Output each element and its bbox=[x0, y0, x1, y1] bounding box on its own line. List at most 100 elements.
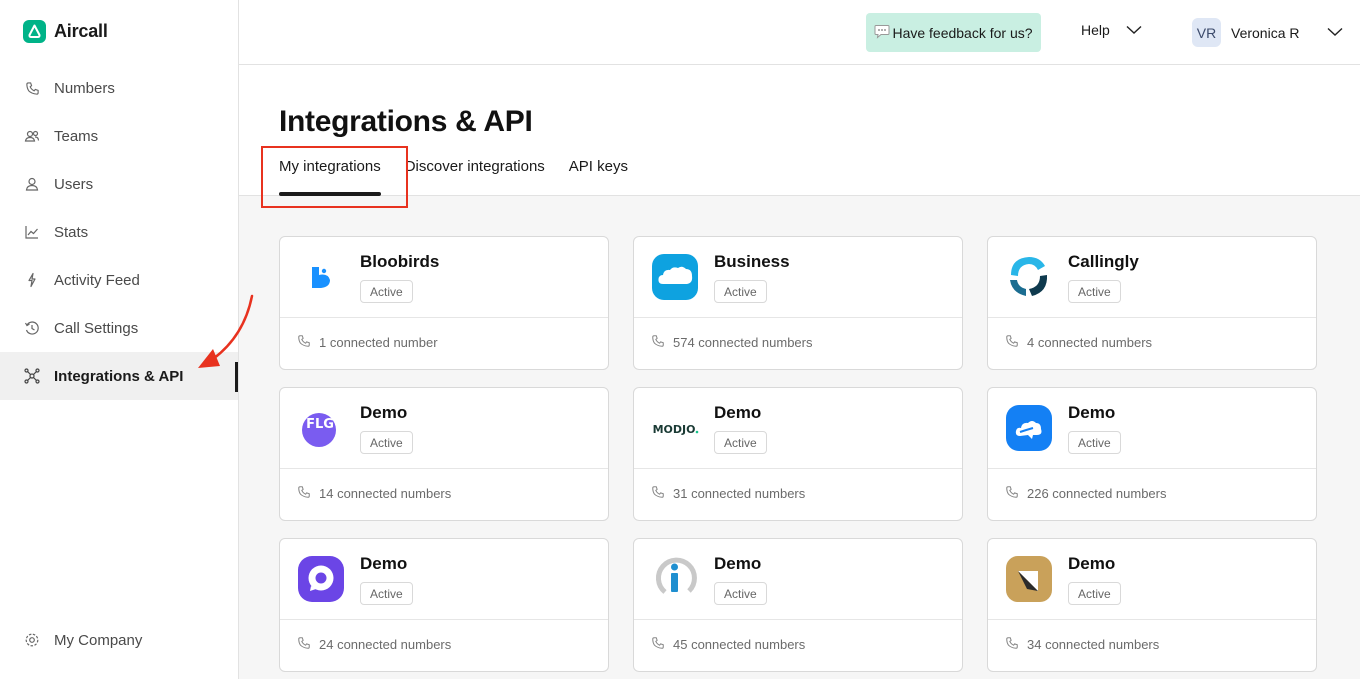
integrations-icon bbox=[24, 368, 40, 384]
connected-numbers: 31 connected numbers bbox=[673, 486, 806, 501]
integration-card[interactable]: Demo Active 24 connected numbers bbox=[279, 538, 609, 672]
status-badge: Active bbox=[1068, 582, 1121, 605]
connected-numbers: 226 connected numbers bbox=[1027, 486, 1167, 501]
call-settings-icon bbox=[24, 320, 40, 336]
integration-card[interactable]: Demo Active 34 connected numbers bbox=[987, 538, 1317, 672]
phone-icon bbox=[1005, 636, 1019, 653]
status-badge: Active bbox=[360, 431, 413, 454]
sidebar-item-label: Integrations & API bbox=[54, 367, 184, 385]
sidebar-item-label: Activity Feed bbox=[54, 271, 140, 289]
sidebar-item-label: Users bbox=[54, 175, 94, 193]
status-badge: Active bbox=[360, 582, 413, 605]
aircall-logo-icon bbox=[23, 20, 46, 43]
chart-icon bbox=[24, 224, 40, 240]
modjo-logo-icon: MODJO bbox=[651, 404, 699, 452]
connected-numbers: 34 connected numbers bbox=[1027, 637, 1160, 652]
integration-name: Demo bbox=[714, 554, 762, 573]
phone-icon bbox=[651, 334, 665, 351]
connected-numbers: 45 connected numbers bbox=[673, 637, 806, 652]
blue-cloud-logo-icon bbox=[1005, 404, 1053, 452]
connected-numbers: 574 connected numbers bbox=[673, 335, 813, 350]
integration-name: Demo bbox=[360, 403, 408, 422]
purple-ring-logo-icon bbox=[297, 555, 345, 603]
sidebar-item-label: Call Settings bbox=[54, 319, 139, 337]
status-badge: Active bbox=[714, 582, 767, 605]
user-icon bbox=[24, 176, 40, 192]
salesforce-cloud-logo-icon bbox=[651, 253, 699, 301]
avatar: VR bbox=[1192, 18, 1221, 47]
status-badge: Active bbox=[1068, 280, 1121, 303]
connected-numbers: 4 connected numbers bbox=[1027, 335, 1153, 350]
integrations-content: Bloobirds Active 1 connected number Busi… bbox=[239, 196, 1360, 679]
brand-name: Aircall bbox=[54, 21, 108, 41]
flg-logo-text: FLG bbox=[306, 417, 334, 432]
help-menu[interactable]: Help bbox=[1081, 22, 1142, 38]
sidebar-item-users[interactable]: Users bbox=[0, 160, 238, 208]
callingly-logo-icon bbox=[1005, 253, 1053, 301]
sidebar-item-call-settings[interactable]: Call Settings bbox=[0, 304, 238, 352]
integrations-grid: Bloobirds Active 1 connected number Busi… bbox=[279, 236, 1317, 672]
gold-square-logo-icon bbox=[1005, 555, 1053, 603]
sidebar-item-label: Numbers bbox=[54, 79, 115, 97]
connected-numbers: 1 connected number bbox=[319, 335, 438, 350]
phone-icon bbox=[297, 485, 311, 502]
sidebar-item-teams[interactable]: Teams bbox=[0, 112, 238, 160]
chevron-down-icon[interactable] bbox=[1327, 24, 1343, 42]
sidebar-nav: Numbers Teams Users Stats Activity Feed bbox=[0, 64, 238, 400]
sidebar-item-integrations-api[interactable]: Integrations & API bbox=[0, 352, 238, 400]
sidebar-item-label: Teams bbox=[54, 127, 99, 145]
sidebar-item-activity-feed[interactable]: Activity Feed bbox=[0, 256, 238, 304]
integration-name: Demo bbox=[1068, 554, 1116, 573]
sidebar-item-numbers[interactable]: Numbers bbox=[0, 64, 238, 112]
company-icon bbox=[24, 632, 40, 648]
page-title: Integrations & API bbox=[279, 105, 533, 138]
feedback-button[interactable]: Have feedback for us? bbox=[866, 13, 1041, 52]
phone-icon bbox=[1005, 485, 1019, 502]
integration-name: Bloobirds bbox=[360, 252, 440, 271]
activity-icon bbox=[24, 272, 40, 288]
integration-name: Callingly bbox=[1068, 252, 1139, 271]
sidebar-item-stats[interactable]: Stats bbox=[0, 208, 238, 256]
integration-name: Demo bbox=[714, 403, 762, 422]
status-badge: Active bbox=[714, 280, 767, 303]
integration-card[interactable]: Callingly Active 4 connected numbers bbox=[987, 236, 1317, 370]
help-label: Help bbox=[1081, 22, 1110, 38]
sidebar: Aircall Numbers Teams Users Stats Activi… bbox=[0, 0, 239, 679]
sidebar-item-my-company[interactable]: My Company bbox=[0, 616, 238, 664]
phone-icon bbox=[1005, 334, 1019, 351]
integration-card[interactable]: Business Active 574 connected numbers bbox=[633, 236, 963, 370]
connected-numbers: 24 connected numbers bbox=[319, 637, 452, 652]
bloobirds-logo-icon bbox=[297, 253, 345, 301]
status-badge: Active bbox=[1068, 431, 1121, 454]
chevron-down-icon bbox=[1126, 22, 1142, 38]
integration-name: Demo bbox=[360, 554, 408, 573]
integration-card[interactable]: Demo Active 45 connected numbers bbox=[633, 538, 963, 672]
phone-icon bbox=[24, 80, 40, 96]
phone-icon bbox=[297, 636, 311, 653]
brand[interactable]: Aircall bbox=[23, 20, 108, 43]
integration-card[interactable]: Bloobirds Active 1 connected number bbox=[279, 236, 609, 370]
integration-card[interactable]: MODJO Demo Active 31 connected numbers bbox=[633, 387, 963, 521]
feedback-label: Have feedback for us? bbox=[892, 24, 1033, 41]
sidebar-item-label: My Company bbox=[54, 631, 143, 649]
integration-card[interactable]: FLG Demo Active 14 connected numbers bbox=[279, 387, 609, 521]
status-badge: Active bbox=[360, 280, 413, 303]
phone-icon bbox=[297, 334, 311, 351]
tab-api-keys[interactable]: API keys bbox=[569, 158, 628, 196]
user-name: Veronica R bbox=[1231, 24, 1300, 41]
speech-bubble-icon bbox=[874, 24, 890, 42]
integration-name: Demo bbox=[1068, 403, 1116, 422]
phone-icon bbox=[651, 485, 665, 502]
integration-name: Business bbox=[714, 252, 790, 271]
info-i-logo-icon bbox=[651, 555, 699, 603]
connected-numbers: 14 connected numbers bbox=[319, 486, 452, 501]
tab-discover-integrations[interactable]: Discover integrations bbox=[405, 158, 545, 196]
annotation-highlight-box bbox=[261, 146, 408, 208]
user-menu[interactable]: VR Veronica R bbox=[1192, 18, 1299, 47]
sidebar-item-label: Stats bbox=[54, 223, 89, 241]
top-bar: Have feedback for us? Help VR Veronica R bbox=[239, 0, 1360, 65]
modjo-logo-text: MODJO bbox=[653, 423, 696, 436]
integration-card[interactable]: Demo Active 226 connected numbers bbox=[987, 387, 1317, 521]
phone-icon bbox=[651, 636, 665, 653]
flg-logo-icon: FLG bbox=[297, 404, 345, 452]
